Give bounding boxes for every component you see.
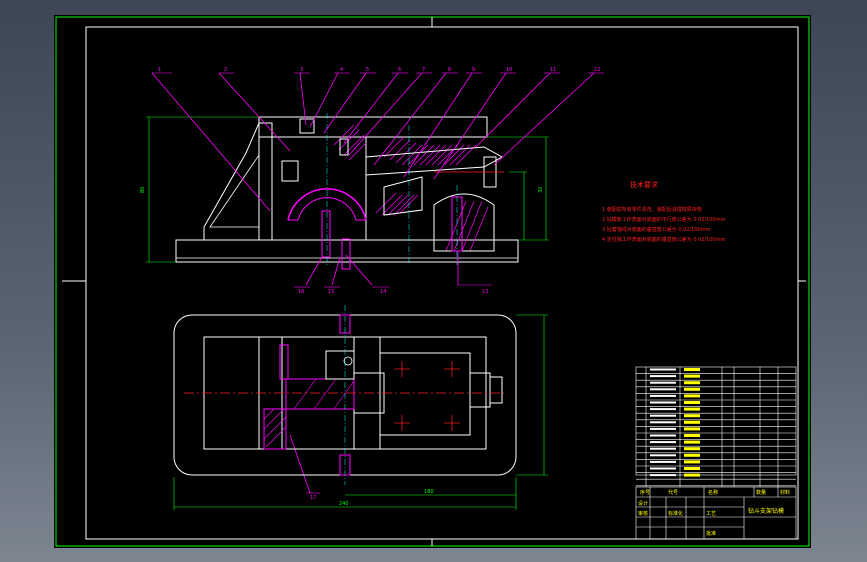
title-block-label-5: 批准 <box>706 530 716 537</box>
parts-code-mark <box>650 427 676 430</box>
title-block-header-4: 数量 <box>756 489 766 496</box>
parts-name-mark <box>684 440 700 444</box>
parts-code-mark <box>650 394 676 397</box>
balloon-2: 2 <box>224 67 227 73</box>
balloon-7: 7 <box>422 67 425 73</box>
parts-code-mark <box>650 460 676 463</box>
parts-name-mark <box>684 374 700 378</box>
drawing-sheet: 80 32 1 2 3 4 5 6 7 8 9 10 11 12 16 15 1… <box>54 15 811 548</box>
title-block-header-3: 名称 <box>708 489 718 496</box>
leader-lines <box>151 72 595 494</box>
dim-plan-width-2: 180 <box>424 489 434 495</box>
cad-viewport: 80 32 1 2 3 4 5 6 7 8 9 10 11 12 16 15 1… <box>0 0 867 562</box>
parts-code-mark <box>650 441 676 444</box>
parts-code-mark <box>650 408 676 411</box>
parts-name-mark <box>684 381 700 385</box>
parts-name-mark <box>684 420 700 424</box>
parts-name-mark <box>684 407 700 411</box>
title-block-header-2: 代号 <box>668 489 678 496</box>
parts-code-mark <box>650 454 676 457</box>
parts-code-mark <box>650 414 676 417</box>
parts-code-mark <box>650 467 676 470</box>
parts-name-mark <box>684 368 700 371</box>
parts-code-mark <box>650 474 676 477</box>
balloon-1: 1 <box>158 67 161 73</box>
dim-plan-width: 240 <box>339 501 349 507</box>
parts-code-mark <box>650 368 676 371</box>
title-block-label-4: 工艺 <box>706 511 716 517</box>
title-block-header-5: 材料 <box>780 489 790 496</box>
title-block-label-1: 设计 <box>638 500 648 507</box>
parts-name-mark <box>684 453 700 457</box>
parts-name-mark <box>684 414 700 418</box>
parts-list-text <box>650 368 700 477</box>
parts-code-mark <box>650 381 676 384</box>
notes-title: 技术要求 <box>630 180 658 189</box>
dim-height-left: 80 <box>140 187 146 193</box>
title-block-header-1: 序号 <box>640 489 650 496</box>
drawing-title: 钻斗支架钻模 <box>748 507 784 515</box>
balloon-15: 15 <box>328 289 334 295</box>
balloon-17: 17 <box>310 495 316 501</box>
note-line-2: 2 钻模板工作表面对底面的平行度公差为 0.02/100mm <box>602 216 726 223</box>
balloon-9: 9 <box>472 67 475 73</box>
balloon-14: 14 <box>380 289 386 295</box>
parts-code-mark <box>650 421 676 424</box>
dim-height-right: 32 <box>538 187 544 193</box>
note-line-4: 4 定位销工作表面对底面的垂直度公差为 0.02/100mm <box>602 236 726 243</box>
outer-border <box>55 16 810 547</box>
title-block-label-3: 标准化 <box>668 510 683 517</box>
parts-name-mark <box>684 473 700 477</box>
drawing-svg: 80 32 1 2 3 4 5 6 7 8 9 10 11 12 16 15 1… <box>55 16 810 547</box>
balloon-16: 16 <box>298 289 304 295</box>
balloon-3: 3 <box>300 67 303 73</box>
balloon-6: 6 <box>398 67 401 73</box>
parts-code-mark <box>650 447 676 450</box>
parts-name-mark <box>684 394 700 398</box>
title-block-label-2: 审核 <box>638 510 648 517</box>
parts-code-mark <box>650 388 676 391</box>
plan-view: 240 180 <box>173 305 548 510</box>
balloon-8: 8 <box>448 67 451 73</box>
balloon-13: 13 <box>482 289 488 295</box>
parts-name-mark <box>684 447 700 451</box>
parts-name-mark <box>684 427 700 431</box>
balloon-5: 5 <box>366 67 369 73</box>
front-view: 80 32 <box>140 113 549 270</box>
note-line-3: 3 钻套轴线对底面的垂直度公差为 0.02/100mm <box>602 226 711 233</box>
parts-name-mark <box>684 460 700 464</box>
technical-notes: 技术要求 1 装配前所有零件清洗，装配后清理铁屑杂物 2 钻模板工作表面对底面的… <box>602 180 726 243</box>
parts-code-mark <box>650 434 676 437</box>
parts-code-mark <box>650 401 676 404</box>
balloon-12: 12 <box>594 67 600 73</box>
balloon-11: 11 <box>550 67 556 73</box>
balloon-4: 4 <box>340 67 343 73</box>
parts-name-mark <box>684 401 700 404</box>
note-line-1: 1 装配前所有零件清洗，装配后清理铁屑杂物 <box>602 206 702 213</box>
parts-code-mark <box>650 375 676 378</box>
balloon-10: 10 <box>506 67 512 73</box>
parts-name-mark <box>684 387 700 391</box>
parts-name-mark <box>684 434 700 437</box>
parts-name-mark <box>684 467 700 470</box>
